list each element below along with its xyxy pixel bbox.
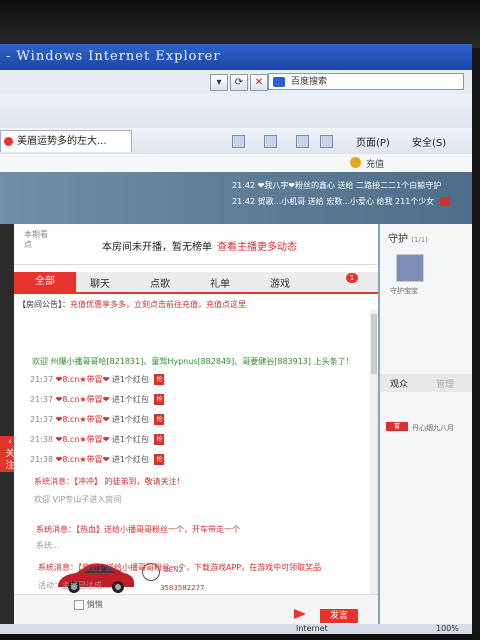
print-icon[interactable] xyxy=(320,135,333,148)
send-icon[interactable] xyxy=(294,609,306,619)
tab-games[interactable]: 游戏 xyxy=(270,275,290,290)
chat-message: 21:37 ❤8.cn★带冒❤ 进1个红包 抢 xyxy=(30,414,165,425)
monitor-bezel-top xyxy=(0,0,480,48)
announcement-text: 本房间未开播，暂无榜单 xyxy=(102,242,212,253)
page-content: 充值 21:42 ❤我八字❤粉丝的鑫心 送给 二路接二二1个白鲸守护 21:42… xyxy=(0,154,472,625)
browser-window: - Windows Internet Explorer ▾ ⟳ ✕ 百度搜索 美… xyxy=(0,44,472,634)
red-packet-button[interactable]: 抢 xyxy=(154,454,165,465)
system-message: 系统消息：【热血】送给小播哥哥粉丝一个，开车带走一个 xyxy=(36,525,240,534)
ticker-item: 21:42 ❤我八字❤粉丝的鑫心 送给 二路接二二1个白鲸守护 xyxy=(232,181,442,190)
chat-tabs: 全部 聊天 点歌 礼单 游戏 1 xyxy=(14,272,378,294)
viewer-level-badge: 富 xyxy=(386,422,408,431)
page-menu[interactable]: 页面(P) xyxy=(356,134,390,149)
baidu-logo-icon xyxy=(273,77,285,87)
zoom-level[interactable]: 100% xyxy=(436,624,459,634)
announcement: 本期看点 本房间未开播，暂无榜单 查看主播更多动态 xyxy=(14,224,378,265)
car-code: 3583582277 xyxy=(160,584,205,592)
tab-audience[interactable]: 观众 xyxy=(390,377,408,390)
safety-menu[interactable]: 安全(S) xyxy=(412,134,446,149)
red-packet-button[interactable]: 抢 xyxy=(154,394,165,405)
red-packet-button[interactable]: 抢 xyxy=(154,434,165,445)
whisper-checkbox[interactable] xyxy=(74,599,84,610)
tab-all[interactable]: 全部 xyxy=(14,272,76,292)
entry-message: 欢迎 VIP专山子进入房间 xyxy=(34,495,122,504)
viewer-name[interactable]: 丹心烟九八月 xyxy=(412,423,454,433)
announcement-label: 本期看点 xyxy=(24,230,48,249)
feeds-icon[interactable] xyxy=(264,135,277,148)
chat-input-area: 悄悄 发言 xyxy=(14,594,378,625)
ticker-item: 21:42 贺歌...小机哥 送给 宏数...小爱心 给我 211个少女 xyxy=(232,196,450,207)
guard-avatar[interactable] xyxy=(396,254,424,282)
right-panel: 守护 (1/1) 守护宝宝 观众 管理 富 丹心烟九八月 xyxy=(380,224,472,624)
guard-title: 守护 (1/1) xyxy=(388,234,428,245)
chat-message: 21:38 ❤8.cn★带冒❤ 进1个红包 抢 xyxy=(30,454,165,465)
chat-message: 21:37 ❤8.cn★带冒❤ 进1个红包 抢 xyxy=(30,394,165,405)
chat-message: 21:37 ❤8.cn★带冒❤ 进1个红包 抢 xyxy=(30,374,165,385)
tab-songs[interactable]: 点歌 xyxy=(150,275,170,290)
red-packet-button[interactable]: 抢 xyxy=(154,414,165,425)
refresh-icon[interactable]: ⟳ xyxy=(230,74,248,91)
status-bar: Internet 100% xyxy=(0,624,472,634)
system-message: 活动：主播已达成... xyxy=(38,581,110,590)
address-bar: ▾ ⟳ ✕ 百度搜索 xyxy=(0,70,472,95)
whisper-option[interactable]: 悄悄 xyxy=(74,599,103,610)
site-header: 充值 xyxy=(0,154,472,172)
recharge-link[interactable]: 充值 xyxy=(366,157,384,170)
system-message: 系统... xyxy=(36,541,60,550)
dropdown-icon[interactable]: ▾ xyxy=(210,74,228,91)
mail-icon[interactable] xyxy=(296,135,309,148)
chat-panel: 本期看点 本房间未开播，暂无榜单 查看主播更多动态 全部 聊天 点歌 礼单 游戏… xyxy=(14,224,378,625)
browser-tab[interactable]: 美眉运势多的左大... xyxy=(0,130,132,152)
toolbar-strip xyxy=(0,94,472,129)
favicon-icon xyxy=(4,137,13,146)
room-banner: 21:42 ❤我八字❤粉丝的鑫心 送给 二路接二二1个白鲸守护 21:42 贺歌… xyxy=(0,172,472,224)
system-message: 系统消息：【冲冲】 的徒弟到，敬请关注！ xyxy=(34,477,185,486)
tab-chat[interactable]: 聊天 xyxy=(90,275,110,290)
gift-icon xyxy=(439,197,450,206)
chat-scrollbar[interactable] xyxy=(370,310,378,620)
send-button[interactable]: 发言 xyxy=(320,609,358,623)
welcome-message: 欢迎 州爆小播哥哥哈[821831]、童驾Hypnus[882849]、哥要健谷… xyxy=(32,357,354,366)
red-packet-button[interactable]: 抢 xyxy=(154,374,165,385)
room-notice: 【房间公告】：充值优惠享多多，立刻点击前往充值，充值点这里 xyxy=(18,300,246,309)
tab-gifts[interactable]: 礼单 xyxy=(210,275,230,290)
audience-tabs: 观众 管理 xyxy=(380,374,472,392)
search-input[interactable]: 百度搜索 xyxy=(268,73,464,90)
window-title: - Windows Internet Explorer xyxy=(0,44,472,70)
video-area xyxy=(0,224,14,624)
system-message: 系统消息：【热血】送给小播哥哥粉丝一个，下载游戏APP，在游戏中可领取奖品 xyxy=(38,563,322,572)
command-bar: 美眉运势多的左大... 页面(P) 安全(S) xyxy=(0,128,472,155)
monitor-bezel-bottom xyxy=(0,634,480,640)
home-icon[interactable] xyxy=(232,135,245,148)
more-news-link[interactable]: 查看主播更多动态 xyxy=(217,238,297,253)
browser-tab-label: 美眉运势多的左大... xyxy=(17,136,107,147)
chat-message: 21:38 ❤8.cn★带冒❤ 进1个红包 抢 xyxy=(30,434,165,445)
coin-icon xyxy=(350,157,361,168)
tab-admins[interactable]: 管理 xyxy=(436,377,454,390)
zone-text: Internet xyxy=(296,624,328,633)
search-placeholder: 百度搜索 xyxy=(291,77,328,87)
scroll-thumb[interactable] xyxy=(371,314,377,374)
guard-name: 守护宝宝 xyxy=(390,287,418,295)
notification-badge: 1 xyxy=(346,273,358,283)
stop-icon[interactable]: ✕ xyxy=(250,74,268,91)
